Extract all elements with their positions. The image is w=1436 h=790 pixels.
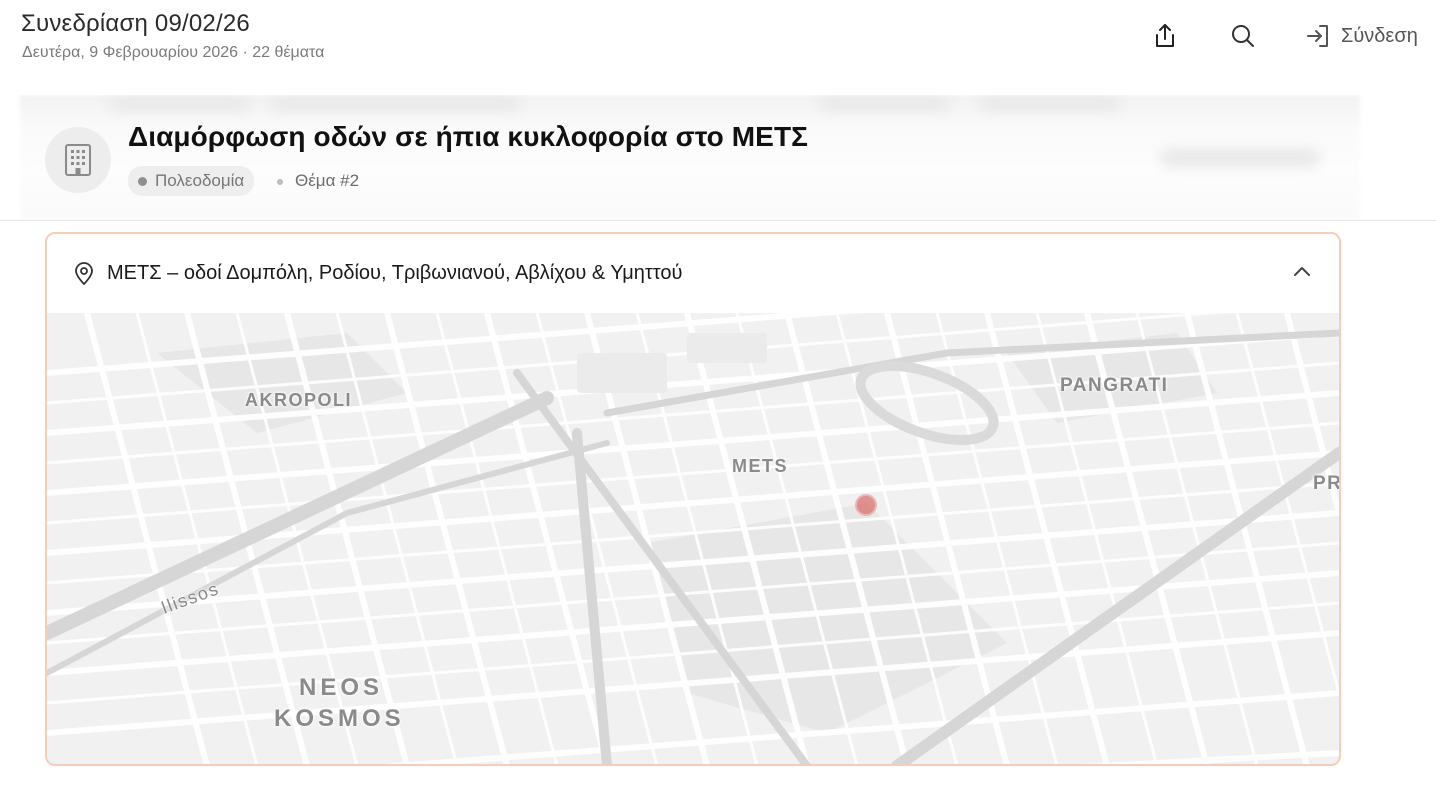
category-tag[interactable]: Πολεοδομία [128, 166, 255, 196]
location-card: ΜΕΤΣ – οδοί Δομπόλη, Ροδίου, Τριβωνιανού… [45, 232, 1341, 766]
backdrop-blur [820, 97, 950, 111]
backdrop-blur [1160, 149, 1320, 167]
map-label-kosmos: KOSMOS [274, 705, 405, 732]
backdrop-blur [270, 97, 520, 111]
search-icon [1232, 25, 1254, 47]
category-dot [138, 176, 147, 186]
session-title: Συνεδρίαση 09/02/26 [21, 10, 250, 37]
map-label-akropoli: AKROPOLI [245, 390, 353, 410]
login-icon [1307, 25, 1328, 47]
location-text: ΜΕΤΣ – οδοί Δομπόλη, Ροδίου, Τριβωνιανού… [107, 262, 683, 284]
category-label: Πολεοδομία [155, 171, 245, 190]
backdrop-blur [980, 97, 1120, 111]
login-label: Σύνδεση [1341, 24, 1418, 47]
search-button[interactable] [1227, 20, 1259, 52]
topic-header: Διαμόρφωση οδών σε ήπια κυκλοφορία στο Μ… [0, 95, 1436, 221]
chevron-up-icon[interactable] [1293, 264, 1311, 278]
map-label-mets: METS [732, 456, 789, 476]
session-subtitle: Δευτέρα, 9 Φεβρουαρίου 2026 · 22 θέματα [22, 44, 325, 61]
topic-title: Διαμόρφωση οδών σε ήπια κυκλοφορία στο Μ… [128, 121, 809, 152]
backdrop-blur [110, 97, 250, 111]
header-backdrop [20, 95, 1360, 220]
login-button[interactable]: Σύνδεση [1305, 20, 1418, 52]
location-header[interactable]: ΜΕΤΣ – οδοί Δομπόλη, Ροδίου, Τριβωνιανού… [47, 234, 1339, 313]
location-map[interactable]: AKROPOLI PANGRATI METS Ilissos NEOS KOSM… [47, 313, 1339, 764]
map-label-pangrati: PANGRATI [1060, 375, 1169, 396]
map-label-edge: PR [1313, 473, 1339, 494]
map-pin-icon [75, 262, 93, 286]
topic-icon [45, 127, 111, 193]
location-marker[interactable] [855, 494, 877, 516]
building-icon [65, 144, 91, 176]
topic-number: Θέμα #2 [295, 171, 360, 190]
top-bar: Συνεδρίαση 09/02/26 Δευτέρα, 9 Φεβρουαρί… [0, 0, 1436, 92]
map-label-neos: NEOS [299, 674, 384, 701]
separator-dot [277, 179, 283, 185]
share-button[interactable] [1149, 20, 1181, 52]
share-icon [1156, 24, 1174, 47]
